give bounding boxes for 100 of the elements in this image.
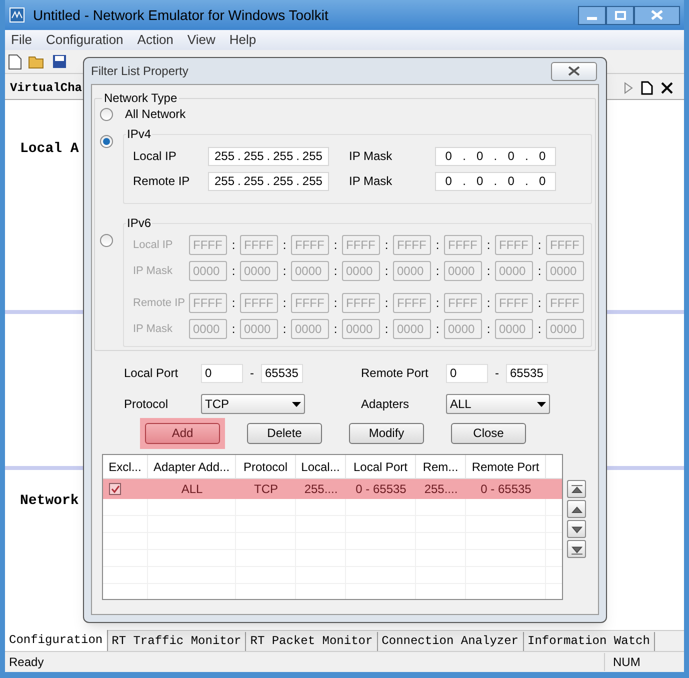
separator-label: : <box>434 295 440 312</box>
field-label: IP Mask <box>133 264 174 279</box>
field-label: IP Mask <box>349 173 394 190</box>
dash-label: - <box>249 365 255 382</box>
dialog-title: Filter List Property <box>91 63 188 80</box>
bottom-tab[interactable]: RT Traffic Monitor <box>108 632 246 651</box>
column-header[interactable]: Rem... <box>416 455 466 478</box>
move-bottom-button[interactable] <box>567 540 586 558</box>
ip-address-field[interactable]: 255 . 255 . 255 . 255 <box>208 172 329 190</box>
document-tab[interactable]: VirtualCha <box>10 78 82 96</box>
table-cell-text: 255.... <box>303 481 339 498</box>
column-header[interactable]: Adapter Add... <box>148 455 236 478</box>
group-label: IPv6 <box>126 215 152 232</box>
checkbox[interactable] <box>109 483 121 495</box>
minimize-button[interactable] <box>578 6 606 24</box>
separator-label: : <box>230 295 236 312</box>
page-icon[interactable] <box>641 80 653 94</box>
dialog-button[interactable]: Modify <box>349 422 424 444</box>
field-label: Adapters <box>361 396 410 413</box>
separator-label: : <box>486 237 492 254</box>
port-field[interactable]: 65535 <box>261 364 303 382</box>
menu-item[interactable]: View <box>187 30 216 50</box>
ip-address-field[interactable]: 0 . 0 . 0 . 0 <box>435 146 556 166</box>
separator-label: : <box>434 263 440 280</box>
column-header[interactable]: Local Port <box>346 455 416 478</box>
table-cell-text: 255.... <box>423 481 459 498</box>
column-header[interactable]: Remote Port <box>466 455 546 478</box>
dropdown[interactable]: ALL <box>446 394 550 414</box>
field-label: IP Mask <box>133 322 174 337</box>
close-button[interactable] <box>551 62 597 80</box>
dialog-button[interactable]: Delete <box>247 422 322 444</box>
port-field[interactable]: 0 <box>201 364 243 382</box>
separator-label: : <box>384 237 390 254</box>
menu-item[interactable]: Configuration <box>46 30 124 50</box>
play-icon[interactable] <box>624 82 633 94</box>
move-down-button[interactable] <box>567 520 586 538</box>
move-up-button[interactable] <box>567 500 586 518</box>
menu-item[interactable]: File <box>11 30 32 50</box>
close-button[interactable] <box>634 6 680 24</box>
status-indicator: NUM <box>604 653 656 671</box>
separator-label: : <box>536 237 542 254</box>
field-label: Local Port <box>124 365 180 382</box>
bottom-tab[interactable]: Information Watch <box>524 632 655 651</box>
ip-address-field[interactable]: 255 . 255 . 255 . 255 <box>208 146 329 166</box>
close-icon[interactable] <box>661 82 673 94</box>
new-document-icon[interactable] <box>8 54 22 70</box>
field-label: IP Mask <box>349 148 394 165</box>
canvas-label: Local A <box>20 141 79 157</box>
table-cell-text: TCP <box>253 481 279 498</box>
dash-label: - <box>494 365 500 382</box>
column-header[interactable]: Protocol <box>236 455 296 478</box>
dialog-button[interactable]: Add <box>145 422 220 444</box>
separator-label: : <box>230 263 236 280</box>
separator-label: : <box>536 263 542 280</box>
menu-item[interactable]: Action <box>137 30 174 50</box>
separator-label: : <box>384 295 390 312</box>
field-label: Remote IP <box>133 173 191 190</box>
port-field[interactable]: 65535 <box>506 364 548 382</box>
close-icon <box>568 66 580 76</box>
separator-label: : <box>434 321 440 338</box>
bottom-tab[interactable]: RT Packet Monitor <box>246 632 378 651</box>
canvas-label: Network <box>20 493 79 509</box>
bottom-tab[interactable]: Configuration <box>5 630 108 651</box>
separator-label: : <box>332 321 338 338</box>
save-icon[interactable] <box>52 54 67 69</box>
dialog-button[interactable]: Close <box>451 422 526 444</box>
radio-button[interactable] <box>100 108 113 120</box>
column-header[interactable]: Excl... <box>103 455 148 478</box>
field-label: Remote IP <box>133 296 186 311</box>
table-cell-text: 0 - 65535 <box>480 481 532 498</box>
menu-item[interactable]: Help <box>229 30 256 50</box>
separator-label: : <box>536 295 542 312</box>
move-top-button[interactable] <box>567 480 586 498</box>
maximize-button[interactable] <box>606 6 634 24</box>
separator-label: : <box>486 295 492 312</box>
field-label: Local IP <box>133 148 178 165</box>
separator-label: : <box>434 237 440 254</box>
column-header[interactable]: Local... <box>296 455 346 478</box>
folder-icon[interactable] <box>28 54 46 69</box>
app-icon <box>9 7 25 23</box>
separator-label: : <box>230 237 236 254</box>
top-arrow-icon <box>570 482 584 496</box>
close-icon <box>651 10 663 20</box>
radio-button[interactable] <box>100 135 113 148</box>
dropdown[interactable]: TCP <box>201 394 305 414</box>
radio-label: All Network <box>125 106 186 123</box>
separator-label: : <box>230 321 236 338</box>
separator-label: : <box>384 263 390 280</box>
bottom-tab[interactable]: Connection Analyzer <box>378 632 524 651</box>
separator-label: : <box>332 295 338 312</box>
table-cell-text: 0 - 65535 <box>354 481 408 498</box>
table-row[interactable]: ALL TCP 255.... 0 - 65535 255.... 0 - 65535 <box>103 479 562 499</box>
separator-label: : <box>282 321 288 338</box>
dropdown-arrow-icon <box>292 402 301 406</box>
port-field[interactable]: 0 <box>446 364 488 382</box>
group-label: IPv4 <box>126 126 152 143</box>
ip-address-field[interactable]: 0 . 0 . 0 . 0 <box>435 172 556 190</box>
field-label: Protocol <box>124 396 170 413</box>
window-title: Untitled - Network Emulator for Windows Toolkit <box>33 6 328 24</box>
status-text: Ready <box>8 654 45 671</box>
